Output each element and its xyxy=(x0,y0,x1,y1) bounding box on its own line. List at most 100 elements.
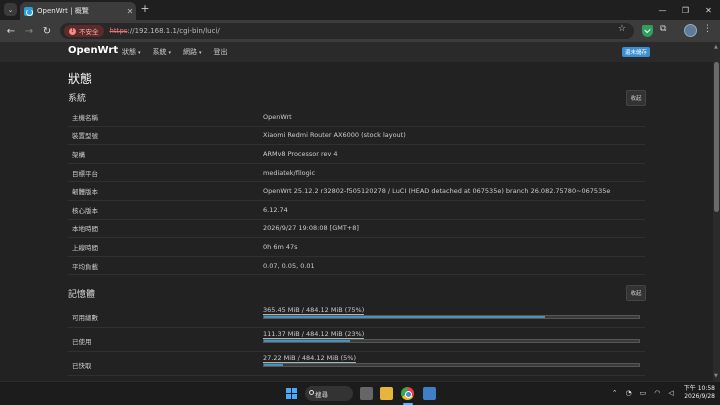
row-label: 上線時間 xyxy=(72,243,98,252)
tab-search-chevron-icon[interactable]: ⌄ xyxy=(4,3,17,16)
restore-icon[interactable]: ❐ xyxy=(674,0,697,20)
search-icon xyxy=(309,390,314,395)
reload-icon[interactable]: ↻ xyxy=(40,24,54,38)
remote-desktop-icon[interactable] xyxy=(423,387,436,400)
row-label: 核心版本 xyxy=(72,206,98,215)
close-window-icon[interactable]: ✕ xyxy=(697,0,720,20)
page-title: 狀態 xyxy=(68,72,93,86)
battery-icon[interactable]: ▭ xyxy=(640,389,647,397)
table-row: 架構 ARMv8 Processor rev 4 xyxy=(68,145,645,164)
row-value: Xiaomi Redmi Router AX6000 (stock layout… xyxy=(263,131,406,140)
warning-icon: ! xyxy=(69,27,76,35)
windows-taskbar: 搜尋 ⌃ ◔ ▭ ◠ ◁ 下午 10:58 2026/9/28 xyxy=(0,381,720,405)
browser-tab-active[interactable]: OpenWrt | 概覽 ✕ xyxy=(20,2,136,20)
row-value: 0.07, 0.05, 0.01 xyxy=(263,261,315,270)
kebab-menu-icon[interactable]: ⋮ xyxy=(703,24,712,34)
row-value: 0h 6m 47s xyxy=(263,242,298,251)
row-value: 6.12.74 xyxy=(263,205,288,214)
shield-extension-icon[interactable] xyxy=(642,25,653,37)
memory-progress-fill xyxy=(264,364,283,366)
luci-header: OpenWrt 狀態 ▾ 系統 ▾ 網路 ▾ 登出 還未儲存 xyxy=(0,42,713,62)
row-label: 平均負載 xyxy=(72,262,98,271)
menu-item-system[interactable]: 系統 ▾ xyxy=(153,47,172,57)
close-tab-icon[interactable]: ✕ xyxy=(124,7,136,16)
main-menu: 狀態 ▾ 系統 ▾ 網路 ▾ 登出 xyxy=(122,47,240,57)
url-scheme: https xyxy=(109,27,128,35)
browser-toolbar: ← → ↻ ! 不安全 https://192.168.1.1/cgi-bin/… xyxy=(0,20,720,42)
table-row: 目標平台 mediatek/filogic xyxy=(68,164,645,183)
collapse-system-button[interactable]: 收起 xyxy=(626,90,646,106)
menu-label: 登出 xyxy=(213,48,228,56)
not-secure-label: 不安全 xyxy=(79,28,99,36)
table-row: 主機名稱 OpenWrt xyxy=(68,108,645,127)
system-tray: ⌃ ◔ ▭ ◠ ◁ 下午 10:58 2026/9/28 xyxy=(612,385,715,401)
taskbar-search-box[interactable]: 搜尋 xyxy=(305,386,353,401)
row-label: 已快取 xyxy=(72,362,92,370)
unsaved-changes-badge[interactable]: 還未儲存 xyxy=(622,47,651,57)
memory-progress-bar xyxy=(263,339,640,343)
row-label: 已使用 xyxy=(72,338,92,346)
memory-progress-fill xyxy=(264,340,351,342)
tab-title: OpenWrt | 概覽 xyxy=(37,7,89,15)
wifi-icon[interactable]: ◠ xyxy=(654,389,660,397)
brand-logo[interactable]: OpenWrt xyxy=(68,45,118,56)
table-row: 可用總數 365.45 MiB / 484.12 MiB (75%) xyxy=(68,304,645,328)
row-value: ARMv8 Processor rev 4 xyxy=(263,149,338,158)
row-label: 目標平台 xyxy=(72,169,98,178)
memory-progress-bar xyxy=(263,315,640,319)
row-label: 韌體版本 xyxy=(72,188,98,197)
collapse-memory-button[interactable]: 收起 xyxy=(626,285,646,301)
clock-date: 2026/9/28 xyxy=(684,393,715,400)
table-row: 上線時間 0h 6m 47s xyxy=(68,238,645,257)
taskbar-clock[interactable]: 下午 10:58 2026/9/28 xyxy=(684,385,715,401)
caret-down-icon: ▾ xyxy=(199,50,202,56)
scroll-down-icon[interactable]: ▼ xyxy=(714,373,718,379)
section-title-memory: 記憶體 xyxy=(68,290,96,300)
minimize-icon[interactable]: — xyxy=(651,0,674,20)
windows-start-icon[interactable] xyxy=(286,388,297,399)
page-scrollbar[interactable]: ▲ ▼ xyxy=(713,42,720,381)
memory-usage-text: 27.22 MiB / 484.12 MiB (5%) xyxy=(263,354,357,362)
memory-usage-text: 111.37 MiB / 484.12 MiB (23%) xyxy=(263,330,365,338)
volume-icon[interactable]: ◁ xyxy=(668,389,673,397)
file-explorer-icon[interactable] xyxy=(380,387,393,400)
window-controls: — ❐ ✕ xyxy=(651,0,720,20)
menu-item-logout[interactable]: 登出 xyxy=(214,47,228,57)
table-row: 已使用 111.37 MiB / 484.12 MiB (23%) xyxy=(68,328,645,352)
profile-avatar[interactable] xyxy=(684,24,697,37)
table-row: 已快取 27.22 MiB / 484.12 MiB (5%) xyxy=(68,352,645,376)
system-info-table: 主機名稱 OpenWrt 裝置型號 Xiaomi Redmi Router AX60… xyxy=(68,108,645,276)
tray-overflow-chevron-icon[interactable]: ⌃ xyxy=(612,389,618,397)
tray-app-icon[interactable]: ◔ xyxy=(626,389,632,397)
task-view-icon[interactable] xyxy=(360,387,373,400)
luci-page: OpenWrt 狀態 ▾ 系統 ▾ 網路 ▾ 登出 還未儲存 狀態 系統 收起 主機名… xyxy=(0,42,713,381)
menu-item-network[interactable]: 網路 ▾ xyxy=(183,47,202,57)
back-arrow-icon[interactable]: ← xyxy=(4,24,18,38)
memory-table: 可用總數 365.45 MiB / 484.12 MiB (75%) 已使用 1… xyxy=(68,304,645,376)
not-secure-chip[interactable]: ! 不安全 xyxy=(64,25,104,37)
row-value: OpenWrt xyxy=(263,112,292,121)
bookmark-star-icon[interactable]: ☆ xyxy=(618,24,626,34)
address-bar[interactable]: ! 不安全 https://192.168.1.1/cgi-bin/luci/ … xyxy=(60,23,634,39)
table-row: 韌體版本 OpenWrt 25.12.2 r32802-f505120278 / … xyxy=(68,182,645,201)
forward-arrow-icon[interactable]: → xyxy=(22,24,36,38)
memory-progress-bar xyxy=(263,363,640,367)
url-path: ://192.168.1.1/cgi-bin/luci/ xyxy=(127,27,220,35)
new-tab-button[interactable]: + xyxy=(139,3,151,15)
scroll-up-icon[interactable]: ▲ xyxy=(714,44,718,50)
table-row: 裝置型號 Xiaomi Redmi Router AX6000 (stock la… xyxy=(68,127,645,146)
clock-time: 下午 10:58 xyxy=(683,385,715,392)
taskbar-search-label: 搜尋 xyxy=(315,390,328,399)
row-value: OpenWrt 25.12.2 r32802-f505120278 / LuCI… xyxy=(263,187,611,196)
chrome-icon[interactable] xyxy=(401,387,414,400)
scrollbar-thumb[interactable] xyxy=(714,62,719,212)
menu-item-status[interactable]: 狀態 ▾ xyxy=(122,47,141,57)
memory-progress-fill xyxy=(264,316,546,318)
table-row: 核心版本 6.12.74 xyxy=(68,201,645,220)
extensions-puzzle-icon[interactable]: ⧉ xyxy=(660,24,666,34)
row-label: 可用總數 xyxy=(72,314,98,322)
row-label: 架構 xyxy=(72,150,85,159)
url-text[interactable]: https://192.168.1.1/cgi-bin/luci/ xyxy=(110,27,220,35)
openwrt-favicon-icon xyxy=(24,6,33,16)
table-row: 本地時間 2026/9/27 19:08:08 [GMT+8] xyxy=(68,220,645,239)
